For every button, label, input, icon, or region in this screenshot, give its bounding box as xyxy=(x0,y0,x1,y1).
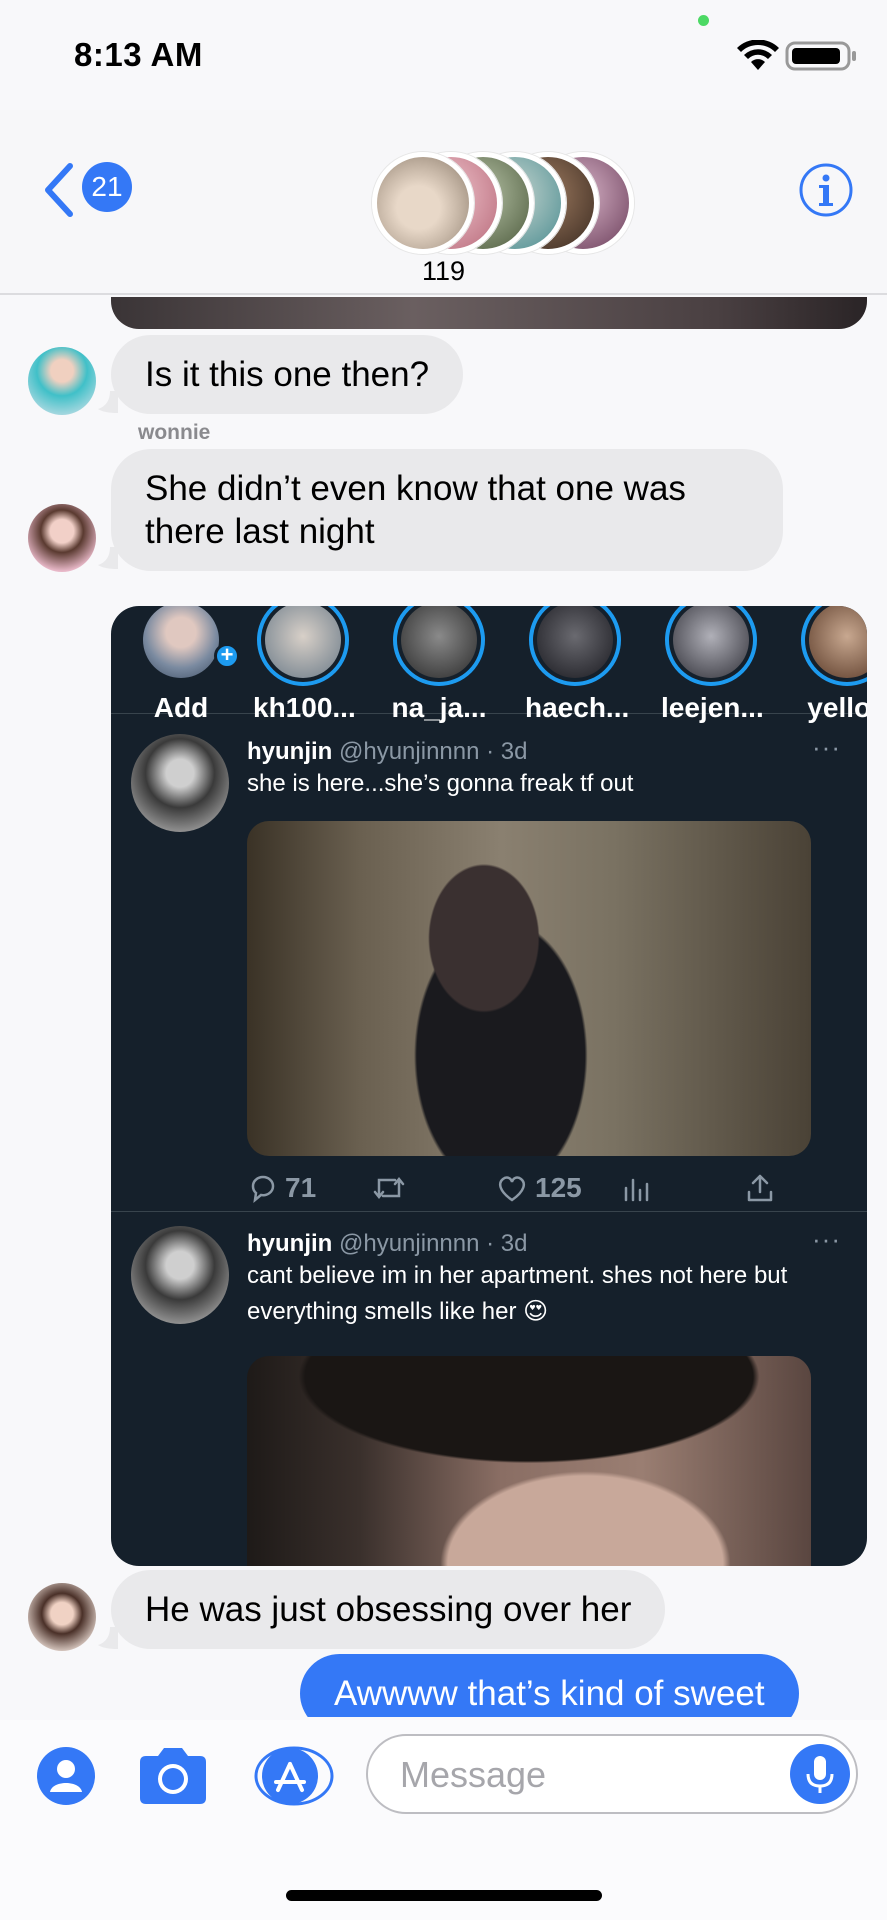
unread-count-badge[interactable]: 21 xyxy=(82,162,132,212)
app-store-icon[interactable] xyxy=(252,1746,334,1806)
tweet-actions: 71 125 xyxy=(247,1172,807,1212)
status-bar: 8:13 AM xyxy=(0,0,887,110)
tweet-text: she is here...she’s gonna freak tf out xyxy=(247,770,634,797)
retweet-action xyxy=(371,1172,413,1204)
tweet: hyunjin @hyunjinnnn · 3d ··· cant believ… xyxy=(111,1212,867,1566)
analytics-icon xyxy=(624,1178,649,1202)
fleet-add: + Add xyxy=(131,606,240,724)
fleets-bar: + Add kh100... na_ja... haech... leejen.… xyxy=(111,606,867,723)
fleet-item: leejen... xyxy=(661,606,764,724)
wifi-icon xyxy=(737,40,779,70)
chevron-left-icon[interactable] xyxy=(40,160,76,220)
tweet-screenshot-attachment[interactable]: + Add kh100... na_ja... haech... leejen.… xyxy=(111,606,867,1566)
reply-icon xyxy=(251,1175,275,1204)
like-count: 125 xyxy=(535,1172,582,1203)
status-time: 8:13 AM xyxy=(74,36,203,73)
group-member-count[interactable]: 119 xyxy=(0,256,887,287)
tweet-image xyxy=(247,1356,811,1566)
tweet-author-name: hyunjin xyxy=(247,738,333,765)
fleet-item: na_ja... xyxy=(389,606,489,724)
avatar[interactable] xyxy=(28,1583,96,1651)
bubble-tail xyxy=(98,1627,118,1649)
avatar[interactable] xyxy=(28,347,96,415)
tweet-author-name: hyunjin xyxy=(247,1230,333,1257)
message-input-field[interactable] xyxy=(366,1734,858,1814)
fleet-item: haech... xyxy=(525,606,629,724)
message-bubble[interactable]: He was just obsessing over her xyxy=(111,1570,666,1649)
battery-icon xyxy=(785,41,856,71)
message-bubble-outgoing[interactable]: Awwww that’s kind of sweet xyxy=(300,1654,799,1717)
contact-icon[interactable] xyxy=(36,1746,96,1806)
message-list[interactable]: Is it this one then? wonnie She didn’t e… xyxy=(0,297,887,1717)
share-icon xyxy=(747,1174,773,1202)
reply-count: 71 xyxy=(285,1172,317,1203)
avatar xyxy=(131,1226,229,1324)
tweet-image xyxy=(247,821,811,1156)
message-input[interactable] xyxy=(400,1748,760,1802)
more-icon: ··· xyxy=(812,732,841,762)
message-bubble[interactable]: She didn’t even know that one was there … xyxy=(111,449,783,571)
microphone-button[interactable] xyxy=(790,1744,850,1804)
home-indicator[interactable] xyxy=(286,1890,602,1901)
fleet-item: kh100... xyxy=(253,606,356,724)
info-icon[interactable] xyxy=(798,162,854,218)
avatar xyxy=(131,734,229,832)
tweet-handle-time: @hyunjinnnn · 3d xyxy=(339,1230,528,1257)
avatar[interactable] xyxy=(28,504,96,572)
conversation-header: 21 119 xyxy=(0,110,887,295)
avatar xyxy=(372,152,474,254)
microphone-icon xyxy=(806,1756,834,1793)
tweet: hyunjin @hyunjinnnn · 3d ··· she is here… xyxy=(111,714,867,1204)
tweet-text: cant believe im in her apartment. shes n… xyxy=(247,1262,788,1325)
analytics-action xyxy=(621,1172,657,1204)
add-icon: + xyxy=(214,643,240,669)
fleet-item: yellov xyxy=(797,606,867,724)
more-icon: ··· xyxy=(812,1224,841,1254)
previous-image-attachment[interactable] xyxy=(111,297,867,329)
message-bubble[interactable]: Is it this one then? xyxy=(111,335,464,414)
tweet-handle-time: @hyunjinnnn · 3d xyxy=(339,738,528,765)
reply-action: 71 xyxy=(247,1172,316,1204)
tweet-meta: hyunjin @hyunjinnnn · 3d xyxy=(247,1230,527,1258)
sender-name: wonnie xyxy=(138,421,211,444)
group-avatars[interactable] xyxy=(372,152,642,257)
share-action xyxy=(745,1172,781,1204)
camera-in-use-indicator xyxy=(698,15,709,26)
like-action: 125 xyxy=(495,1172,582,1204)
tweet-meta: hyunjin @hyunjinnnn · 3d xyxy=(247,738,527,766)
retweet-icon xyxy=(373,1176,405,1200)
heart-icon xyxy=(498,1176,526,1202)
bubble-tail xyxy=(98,391,118,413)
camera-icon[interactable] xyxy=(136,1746,210,1806)
